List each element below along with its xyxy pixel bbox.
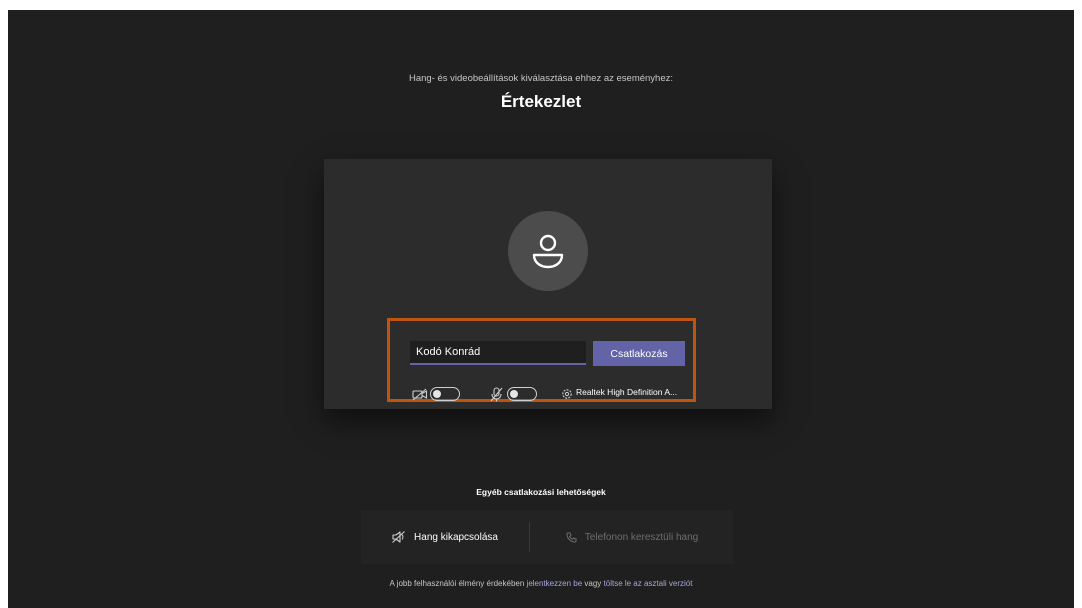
meeting-title: Értekezlet bbox=[500, 92, 582, 111]
audio-off-option[interactable]: Hang kikapcsolása bbox=[361, 510, 529, 564]
footer-middle: vagy bbox=[584, 579, 602, 588]
video-off-icon bbox=[412, 387, 428, 401]
gear-icon[interactable] bbox=[560, 387, 573, 400]
join-now-button[interactable]: Csatlakozás bbox=[593, 341, 685, 366]
camera-toggle-knob bbox=[433, 389, 441, 398]
other-join-options-heading: Egyéb csatlakozási lehetőségek bbox=[476, 487, 606, 497]
avatar bbox=[508, 211, 588, 291]
microphone-toggle-knob bbox=[510, 389, 518, 398]
other-join-options: Hang kikapcsolása Telefonon keresztüli h… bbox=[361, 510, 733, 564]
download-desktop-link[interactable]: töltse le az asztali verziót bbox=[604, 579, 693, 588]
footer-note: A jobb felhasználói élmény érdekében jel… bbox=[8, 579, 1074, 588]
video-preview-panel: Csatlakozás bbox=[324, 159, 772, 409]
mic-off-icon bbox=[489, 386, 503, 402]
options-divider bbox=[529, 522, 530, 552]
audio-device-label[interactable]: Realtek High Definition A... bbox=[576, 387, 677, 397]
sign-in-link[interactable]: jelentkezzen be bbox=[527, 579, 583, 588]
microphone-toggle[interactable] bbox=[507, 387, 537, 401]
speaker-off-icon bbox=[392, 531, 405, 543]
phone-icon bbox=[566, 532, 577, 543]
display-name-input[interactable] bbox=[410, 341, 586, 365]
teams-prejoin-screen: Hang- és videobeállítások kiválasztása e… bbox=[8, 10, 1074, 608]
phone-audio-option[interactable]: Telefonon keresztüli hang bbox=[531, 510, 733, 564]
footer-prefix: A jobb felhasználói élmény érdekében bbox=[389, 579, 525, 588]
person-icon bbox=[532, 234, 564, 269]
camera-toggle[interactable] bbox=[430, 387, 460, 401]
audio-off-label: Hang kikapcsolása bbox=[414, 531, 498, 543]
phone-audio-label: Telefonon keresztüli hang bbox=[584, 531, 699, 543]
settings-subtitle: Hang- és videobeállítások kiválasztása e… bbox=[408, 73, 674, 84]
